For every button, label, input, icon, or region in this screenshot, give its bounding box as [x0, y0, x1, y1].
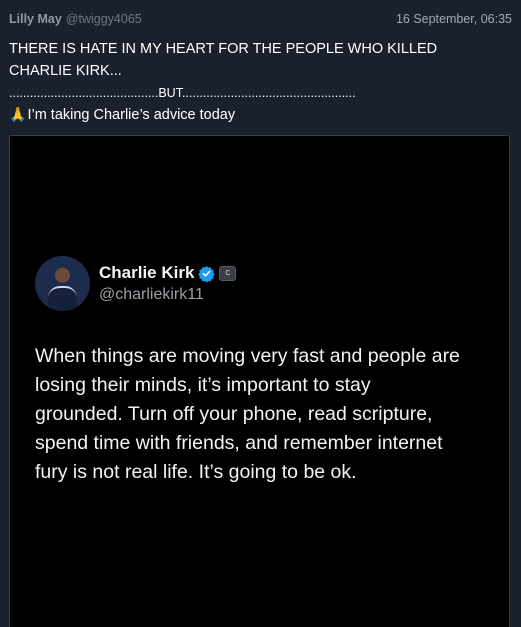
embedded-tweet-names: Charlie Kirk C @charliekirk11 — [99, 263, 237, 304]
tweet-body-line-3: grounded. Turn off your phone, read scri… — [35, 403, 433, 425]
praying-hands-icon: 🙏 — [9, 106, 27, 122]
post-text-line-2: CHARLIE KIRK... — [9, 63, 122, 79]
verified-badge-icon — [198, 265, 216, 282]
avatar — [35, 256, 90, 311]
tweet-body-line-5: fury is not real life. It’s going to be … — [35, 461, 357, 483]
tweet-body-line-2: losing their minds, it’s important to st… — [35, 374, 371, 396]
post-header: Lilly May @twiggy4065 16 September, 06:3… — [9, 0, 512, 38]
post-text-line-4-text: I’m taking Charlie’s advice today — [27, 107, 236, 123]
post-text-line-1: THERE IS HATE IN MY HEART FOR THE PEOPLE… — [9, 41, 438, 57]
embedded-image[interactable]: Charlie Kirk C @charliekirk11 When thing… — [9, 135, 510, 627]
author[interactable]: Lilly May @twiggy4065 — [9, 12, 142, 26]
post: Lilly May @twiggy4065 16 September, 06:3… — [0, 0, 521, 627]
post-text: THERE IS HATE IN MY HEART FOR THE PEOPLE… — [9, 38, 512, 126]
post-text-line-3: ........................................… — [9, 86, 356, 100]
tweet-body-line-4: spend time with friends, and remember in… — [35, 432, 443, 454]
embedded-tweet-header: Charlie Kirk C @charliekirk11 — [35, 256, 237, 311]
author-name[interactable]: Lilly May — [9, 12, 62, 26]
author-handle[interactable]: @twiggy4065 — [66, 12, 142, 26]
tweet-body-line-1: When things are moving very fast and peo… — [35, 345, 460, 367]
timestamp[interactable]: 16 September, 06:35 — [396, 12, 512, 26]
display-name: Charlie Kirk — [99, 263, 195, 282]
post-text-line-4: 🙏I’m taking Charlie’s advice today — [9, 104, 512, 126]
embedded-tweet-body: When things are moving very fast and peo… — [35, 342, 507, 487]
name-row: Charlie Kirk C — [99, 263, 237, 283]
affiliation-badge-icon: C — [219, 265, 237, 281]
handle: @charliekirk11 — [99, 286, 204, 303]
